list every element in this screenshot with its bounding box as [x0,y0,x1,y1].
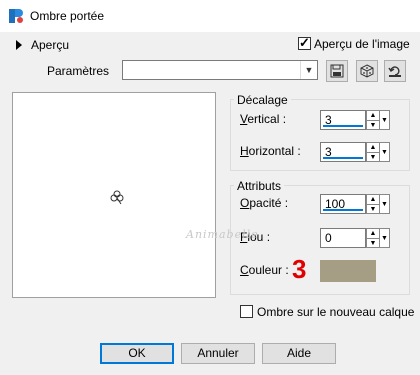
shadow-new-layer-label: Ombre sur le nouveau calque [257,305,415,319]
attributes-group-title: Attributs [234,179,285,193]
blur-value: 0 [325,231,332,245]
ok-button[interactable]: OK [100,343,174,364]
opacity-spinner[interactable]: ▲ ▼ [366,194,380,214]
image-preview-label: Aperçu de l'image [314,37,410,51]
blur-dropdown[interactable]: ▼ [380,228,390,248]
app-logo-icon [9,9,23,23]
randomize-button[interactable] [356,60,378,82]
horizontal-label: Horizontal : [240,144,301,158]
horizontal-spinner[interactable]: ▲ ▼ [366,142,380,162]
opacity-label: Opacité : [240,196,289,210]
save-disk-icon [330,64,344,78]
help-button[interactable]: Aide [262,343,336,364]
opacity-dropdown[interactable]: ▼ [380,194,390,214]
shadow-new-layer-checkbox[interactable] [240,305,253,318]
vertical-label: Vertical : [240,112,287,126]
preview-toggle-label[interactable]: Aperçu [31,38,69,52]
horizontal-slider-bar[interactable] [323,157,363,159]
blur-input[interactable]: 0 [320,228,366,248]
color-swatch[interactable] [320,260,376,282]
preview-pane[interactable] [12,92,216,298]
vertical-spinner[interactable]: ▲ ▼ [366,110,380,130]
vertical-input[interactable]: 3 [320,110,366,130]
opacity-slider-bar[interactable] [323,209,363,211]
horizontal-input[interactable]: 3 [320,142,366,162]
save-preset-button[interactable] [326,60,348,82]
presets-label: Paramètres [47,64,110,78]
horizontal-dropdown[interactable]: ▼ [380,142,390,162]
window-title: Ombre portée [30,9,105,23]
blur-spinner[interactable]: ▲ ▼ [366,228,380,248]
color-label: Couleur : [240,263,289,277]
dice-icon [360,64,374,78]
reset-arrow-icon [388,66,401,77]
vertical-slider-bar[interactable] [323,125,363,127]
step-number-badge: 3 [292,254,307,284]
watermark-text: Animabelle [186,228,259,241]
reset-button[interactable] [384,60,406,82]
opacity-input[interactable]: 100 [320,194,366,214]
offset-group-title: Décalage [234,93,291,107]
expand-preview-triangle-icon[interactable] [16,40,22,50]
vertical-dropdown[interactable]: ▼ [380,110,390,130]
cancel-button[interactable]: Annuler [181,343,255,364]
chevron-down-icon[interactable]: ▼ [300,61,317,79]
navigation-cursor-icon [110,190,124,205]
image-preview-checkbox[interactable] [298,35,311,51]
presets-dropdown[interactable]: ▼ [122,60,318,80]
